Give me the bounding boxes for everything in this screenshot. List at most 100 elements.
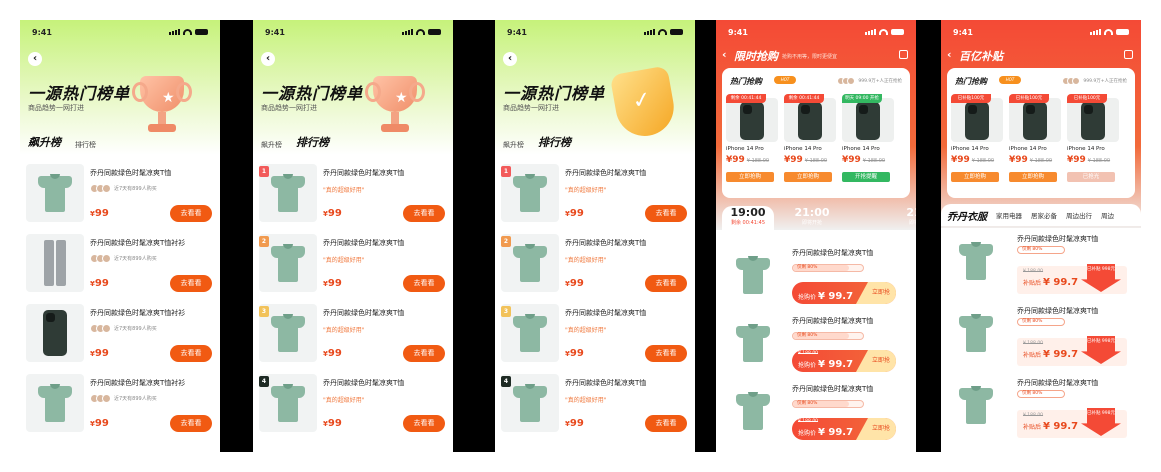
category-tab[interactable]: 居家必备 — [1031, 210, 1057, 220]
back-button[interactable]: ‹ — [503, 52, 517, 66]
flash-item[interactable]: 乔丹同款绿色时髦凉爽T恤 仅剩 80% ¥ 188.00 抢购价 ¥ 99.7 立即抢 — [716, 310, 916, 378]
buy-button[interactable]: 立即抢购 — [1009, 172, 1057, 182]
share-icon[interactable] — [1124, 50, 1133, 59]
product-row[interactable]: 4 乔丹同款绿色时髦凉爽T恤 "真的超级好用" ¥99 去看看 — [495, 368, 695, 438]
tab-rising[interactable]: 飙升榜 — [28, 134, 61, 150]
price-now: ¥99 — [951, 155, 970, 165]
go-see-button[interactable]: 去看看 — [403, 275, 445, 292]
product-thumbnail[interactable] — [26, 304, 84, 362]
product-row[interactable]: 1 乔丹同款绿色时髦凉爽T恤 "真的超级好用" ¥99 去看看 — [253, 158, 453, 228]
back-button[interactable]: ‹ — [28, 52, 42, 66]
time-slot[interactable]: 21:00 即将开抢 — [782, 206, 842, 238]
product-thumbnail[interactable] — [1067, 98, 1119, 142]
subsidy-price-box[interactable]: ¥ 188.00 补贴后 ¥ 99.7 已补贴 998元 — [1017, 264, 1127, 294]
share-icon[interactable] — [899, 50, 908, 59]
review-quote: "真的超级好用" — [323, 397, 365, 404]
product-thumbnail[interactable] — [724, 246, 784, 304]
buy-button[interactable]: 立即抢购 — [784, 172, 832, 182]
product-thumbnail[interactable] — [1009, 98, 1061, 142]
product-row[interactable]: 3 乔丹同款绿色时髦凉爽T恤 "真的超级好用" ¥99 去看看 — [495, 298, 695, 368]
product-row[interactable]: 2 乔丹同款绿色时髦凉爽T恤 "真的超级好用" ¥99 去看看 — [495, 228, 695, 298]
product-thumbnail[interactable] — [947, 232, 1009, 292]
go-see-button[interactable]: 去看看 — [403, 345, 445, 362]
hot-product[interactable]: 已补贴100元 iPhone 14 Pro ¥99 ¥ 188.00 立即抢购 — [1009, 94, 1061, 194]
back-button[interactable]: ‹ — [947, 48, 952, 61]
signal-icon — [644, 29, 655, 35]
go-see-button[interactable]: 去看看 — [645, 275, 687, 292]
tab-ranking[interactable]: 排行榜 — [538, 134, 571, 150]
hot-product[interactable]: 剩余 00:41:44 iPhone 14 Pro ¥99 ¥ 188.00 立即抢购 — [784, 94, 836, 194]
grab-button[interactable]: 立即抢 — [856, 418, 896, 440]
buy-count: 近7天有899人购买 — [114, 186, 157, 192]
rank-badge: 4 — [259, 376, 269, 387]
category-tab[interactable]: 周边出行 — [1066, 210, 1092, 220]
product-thumbnail[interactable] — [26, 374, 84, 432]
product-thumbnail[interactable] — [726, 98, 778, 142]
grab-button[interactable]: 立即抢 — [856, 350, 896, 372]
category-tab[interactable]: 家用电器 — [996, 210, 1022, 220]
time-slot[interactable]: 19:00 剩余 00:41:45 — [722, 206, 774, 238]
product-row[interactable]: 3 乔丹同款绿色时髦凉爽T恤 "真的超级好用" ¥99 去看看 — [253, 298, 453, 368]
product-row[interactable]: 乔丹同款绿色时髦凉爽T恤 近7天有899人购买 ¥99 去看看 — [20, 158, 220, 228]
tab-rising[interactable]: 飙升榜 — [503, 140, 524, 150]
product-thumbnail[interactable] — [724, 314, 784, 372]
product-thumbnail[interactable] — [784, 98, 836, 142]
tab-rising[interactable]: 飙升榜 — [261, 140, 282, 150]
mockup-canvas: 9:41 ‹ 一源热门榜单 商品趋势一网打进 ★ 飙升榜 排行榜 乔丹同款绿色时髦凉爽T恤 近7… — [0, 0, 1161, 472]
go-see-button[interactable]: 去看看 — [645, 415, 687, 432]
subsidy-item[interactable]: 乔丹同款绿色时髦凉爽T恤 仅剩 80% ¥ 188.00 补贴后 ¥ 99.7 已补贴 … — [941, 372, 1141, 444]
subsidy-price-box[interactable]: ¥ 188.00 补贴后 ¥ 99.7 已补贴 998元 — [1017, 336, 1127, 366]
hot-product[interactable]: 已补贴100元 iPhone 14 Pro ¥99 ¥ 188.00 已抢光 — [1067, 94, 1119, 194]
price-now: ¥99 — [1009, 155, 1028, 165]
category-tab[interactable]: 周边 — [1101, 210, 1114, 220]
go-see-button[interactable]: 去看看 — [403, 205, 445, 222]
product-thumbnail[interactable] — [951, 98, 1003, 142]
deal-price: 抢购价 ¥ 99.7 — [798, 359, 853, 370]
go-see-button[interactable]: 去看看 — [170, 415, 212, 432]
buy-button[interactable]: 已抢光 — [1067, 172, 1115, 182]
hot-product[interactable]: 明天 09:00 开抢 iPhone 14 Pro ¥99 ¥ 188.00 开抢提醒 — [842, 94, 894, 194]
flash-price-bar[interactable]: ¥ 188.00 抢购价 ¥ 99.7 立即抢 — [792, 350, 896, 372]
tab-ranking[interactable]: 排行榜 — [296, 134, 329, 150]
go-see-button[interactable]: 去看看 — [170, 345, 212, 362]
go-see-button[interactable]: 去看看 — [645, 205, 687, 222]
product-row[interactable]: 乔丹同款绿色时髦凉爽T恤衬衫 近7天有899人购买 ¥99 去看看 — [20, 368, 220, 438]
status-time: 9:41 — [265, 27, 285, 37]
buy-button[interactable]: 立即抢购 — [951, 172, 999, 182]
back-button[interactable]: ‹ — [261, 52, 275, 66]
tab-ranking[interactable]: 排行榜 — [75, 140, 96, 150]
category-tab[interactable]: 乔丹衣服 — [947, 208, 987, 223]
subsidy-price-box[interactable]: ¥ 188.00 补贴后 ¥ 99.7 已补贴 998元 — [1017, 408, 1127, 438]
hot-product[interactable]: 剩余 00:41:44 iPhone 14 Pro ¥99 ¥ 188.00 立即抢购 — [726, 94, 778, 194]
time-slot[interactable]: 21即将 — [894, 206, 916, 238]
product-row[interactable]: 2 乔丹同款绿色时髦凉爽T恤 "真的超级好用" ¥99 去看看 — [253, 228, 453, 298]
product-row[interactable]: 乔丹同款绿色时髦凉爽T恤衬衫 近7天有899人购买 ¥99 去看看 — [20, 298, 220, 368]
flash-price-bar[interactable]: ¥ 188.00 抢购价 ¥ 99.7 立即抢 — [792, 418, 896, 440]
buy-button[interactable]: 立即抢购 — [726, 172, 774, 182]
product-thumbnail[interactable] — [947, 304, 1009, 364]
grab-button[interactable]: 立即抢 — [856, 282, 896, 304]
subsidy-item[interactable]: 乔丹同款绿色时髦凉爽T恤 仅剩 80% ¥ 188.00 补贴后 ¥ 99.7 已补贴 … — [941, 228, 1141, 300]
go-see-button[interactable]: 去看看 — [403, 415, 445, 432]
subsidy-item[interactable]: 乔丹同款绿色时髦凉爽T恤 仅剩 80% ¥ 188.00 补贴后 ¥ 99.7 已补贴 … — [941, 300, 1141, 372]
go-see-button[interactable]: 去看看 — [170, 205, 212, 222]
subsidy-arrow: 已补贴 998元 — [1081, 264, 1121, 292]
flash-price-bar[interactable]: 抢购价 ¥ 99.7 立即抢 — [792, 282, 896, 304]
product-thumbnail[interactable] — [842, 98, 894, 142]
go-see-button[interactable]: 去看看 — [645, 345, 687, 362]
product-thumbnail[interactable] — [26, 164, 84, 222]
flash-item[interactable]: 乔丹同款绿色时髦凉爽T恤 仅剩 80% 抢购价 ¥ 99.7 立即抢 — [716, 242, 916, 310]
product-row[interactable]: 4 乔丹同款绿色时髦凉爽T恤 "真的超级好用" ¥99 去看看 — [253, 368, 453, 438]
avatar — [847, 77, 856, 85]
product-thumbnail[interactable] — [947, 376, 1009, 436]
product-thumbnail[interactable] — [26, 234, 84, 292]
product-row[interactable]: 1 乔丹同款绿色时髦凉爽T恤 "真的超级好用" ¥99 去看看 — [495, 158, 695, 228]
hot-product[interactable]: 已补贴100元 iPhone 14 Pro ¥99 ¥ 188.00 立即抢购 — [951, 94, 1003, 194]
buy-count: 近7天有899人购买 — [114, 396, 157, 402]
go-see-button[interactable]: 去看看 — [170, 275, 212, 292]
product-thumbnail[interactable] — [724, 382, 784, 440]
buy-button[interactable]: 开抢提醒 — [842, 172, 890, 182]
product-row[interactable]: 乔丹同款绿色时髦凉爽T恤衬衫 近7天有899人购买 ¥99 去看看 — [20, 228, 220, 298]
back-button[interactable]: ‹ — [722, 48, 727, 61]
flash-item[interactable]: 乔丹同款绿色时髦凉爽T恤 仅剩 80% ¥ 188.00 抢购价 ¥ 99.7 立即抢 — [716, 378, 916, 446]
